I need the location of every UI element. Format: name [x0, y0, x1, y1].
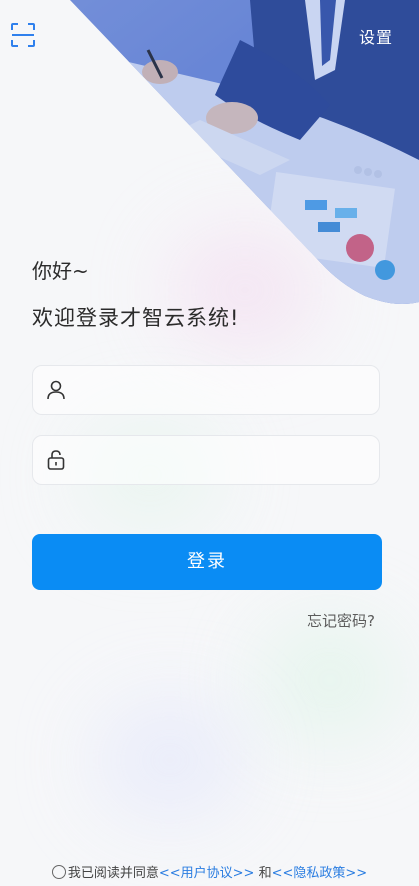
password-field[interactable] [32, 435, 380, 486]
username-input[interactable] [81, 366, 375, 416]
password-input[interactable] [81, 436, 375, 486]
bg-blob-green-2 [260, 620, 400, 740]
forgot-password-link[interactable]: 忘记密码? [307, 610, 375, 631]
scan-icon-glyph [11, 23, 35, 47]
agreement-row: 我已阅读并同意<<用户协议>> 和<<隐私政策>> [0, 862, 419, 881]
bg-blob-blue [95, 700, 245, 820]
user-agreement-link[interactable]: <<用户协议>> [159, 866, 255, 881]
privacy-policy-link[interactable]: <<隐私政策>> [272, 866, 368, 881]
scan-icon[interactable] [10, 22, 36, 48]
agreement-prefix: 我已阅读并同意 [67, 866, 159, 881]
lock-icon [45, 449, 67, 471]
greeting-text: 你好~ [32, 259, 89, 283]
agreement-and: 和 [254, 866, 272, 881]
agree-radio[interactable] [51, 865, 66, 879]
user-icon [45, 379, 67, 401]
settings-button[interactable]: 设置 [359, 24, 393, 48]
username-field[interactable] [32, 365, 380, 416]
welcome-title: 欢迎登录才智云系统! [32, 306, 240, 330]
login-button[interactable]: 登录 [32, 534, 382, 590]
